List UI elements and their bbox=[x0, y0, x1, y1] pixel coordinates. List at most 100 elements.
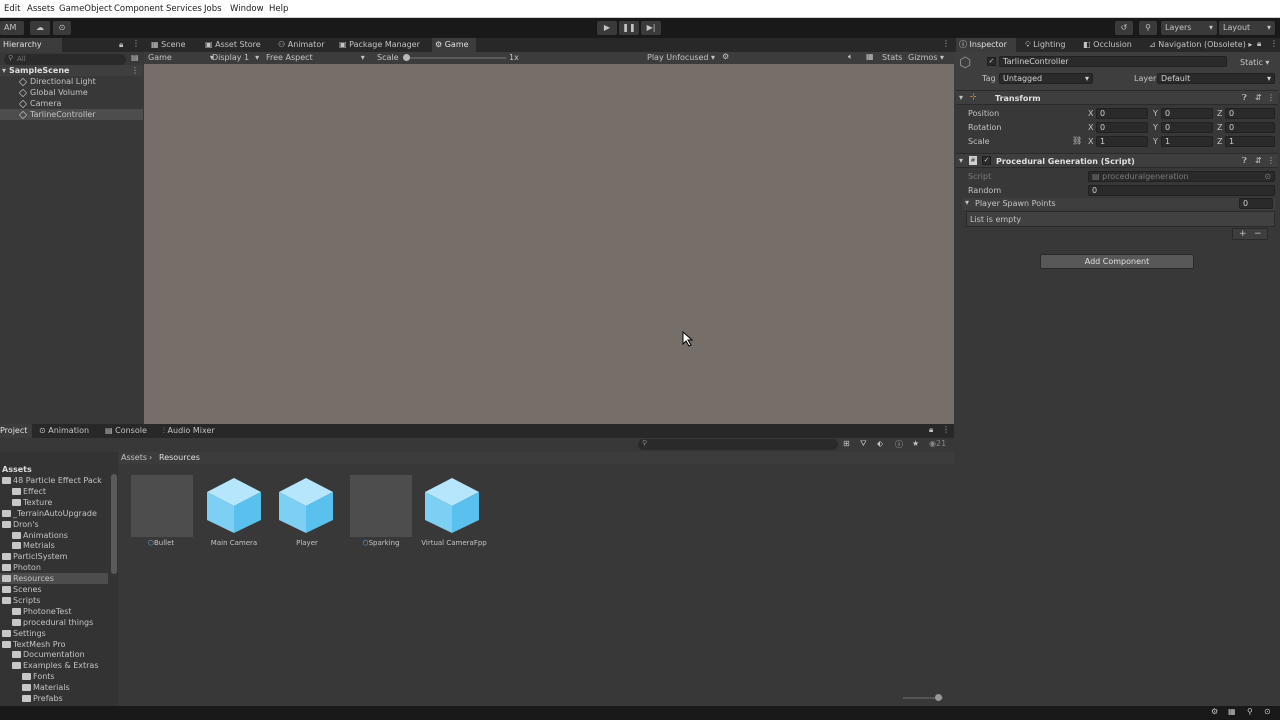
debug-icon[interactable]: ⚲ bbox=[1247, 707, 1253, 716]
random-field[interactable]: 0 bbox=[1088, 185, 1275, 196]
static-toggle[interactable]: Static ▾ bbox=[1240, 58, 1269, 67]
asset-bullet-prefab[interactable] bbox=[131, 475, 193, 537]
tab-package-manager[interactable]: ▣ Package Manager bbox=[336, 38, 426, 52]
project-folder-item[interactable]: Examples & Extras bbox=[12, 660, 98, 671]
lock-icon[interactable]: 🔒︎ bbox=[929, 425, 933, 435]
progress-icon[interactable]: ⚙ bbox=[1211, 707, 1218, 716]
spawn-points-size-field[interactable]: 0 bbox=[1239, 198, 1273, 209]
project-folder-item[interactable]: procedural things bbox=[12, 617, 93, 628]
script-field[interactable]: ▤ proceduralgeneration ⊙ bbox=[1088, 171, 1275, 182]
rotation-z-field[interactable]: 0 bbox=[1225, 122, 1275, 133]
cache-icon[interactable]: ▦ bbox=[1228, 707, 1236, 716]
grid-icon[interactable]: ▦ bbox=[866, 52, 874, 61]
account-dropdown[interactable]: AM ▾ bbox=[0, 21, 24, 46]
more-icon[interactable]: ⋮ bbox=[942, 39, 950, 48]
help-icon[interactable]: ❓︎ bbox=[1242, 156, 1247, 166]
remove-element-button[interactable]: − bbox=[1254, 229, 1262, 239]
collab-icon[interactable]: ⊙ bbox=[53, 21, 71, 35]
gizmos-dropdown[interactable]: Gizmos ▾ bbox=[908, 53, 944, 62]
project-folder-item[interactable]: Dron's bbox=[2, 519, 39, 530]
tab-project[interactable]: Project bbox=[0, 424, 32, 438]
filter-label-icon[interactable]: ⛛ bbox=[860, 439, 867, 449]
asset-main-camera-prefab[interactable] bbox=[203, 475, 265, 537]
project-folder-item[interactable]: Effect bbox=[12, 486, 46, 497]
project-folder-item[interactable]: Texture bbox=[12, 497, 52, 508]
scale-y-field[interactable]: 1 bbox=[1161, 136, 1213, 147]
tab-navigation[interactable]: ⊿ Navigation (Obsolete) ▸ bbox=[1146, 38, 1256, 52]
game-mode-dropdown[interactable]: Game ▾ bbox=[148, 53, 214, 62]
project-folder-item[interactable]: ParticlSystem bbox=[2, 551, 67, 562]
menu-services[interactable]: Services bbox=[166, 4, 202, 14]
search-icon[interactable]: ⚲ bbox=[1139, 21, 1157, 35]
history-icon[interactable]: ↺ bbox=[1115, 21, 1133, 35]
scale-slider[interactable] bbox=[406, 57, 506, 59]
collab-icon[interactable]: ⊙ bbox=[1264, 707, 1271, 716]
game-viewport[interactable] bbox=[144, 64, 954, 424]
assets-root[interactable]: Assets bbox=[2, 464, 32, 475]
active-checkbox[interactable]: ✓ bbox=[987, 57, 996, 66]
project-folder-item[interactable]: Settings bbox=[2, 628, 46, 639]
pause-button[interactable]: ❚❚ bbox=[619, 21, 639, 35]
position-y-field[interactable]: 0 bbox=[1161, 108, 1213, 119]
play-mode-dropdown[interactable]: Play Unfocused ▾ bbox=[647, 53, 715, 62]
hierarchy-item[interactable]: Global Volume bbox=[0, 87, 143, 98]
scene-row[interactable]: ▾ SampleScene ⋮ bbox=[0, 65, 143, 76]
tag-dropdown[interactable]: Untagged ▾ bbox=[999, 73, 1093, 84]
add-component-button[interactable]: Add Component bbox=[1040, 254, 1194, 269]
asset-player-prefab[interactable] bbox=[275, 475, 337, 537]
expand-arrow-icon[interactable]: ▾ bbox=[959, 156, 963, 165]
scale-slider-handle[interactable] bbox=[403, 54, 410, 61]
layer-dropdown[interactable]: Default ▾ bbox=[1157, 73, 1275, 84]
tag-filter-icon[interactable]: ⬖ bbox=[877, 439, 883, 448]
settings-icon[interactable]: ⚙ bbox=[722, 52, 729, 61]
mute-audio-icon[interactable]: 🔈︎ bbox=[848, 52, 853, 62]
add-object-icon[interactable]: ▤ bbox=[131, 53, 139, 62]
tab-lighting[interactable]: 💡︎ Lighting bbox=[1022, 38, 1078, 52]
add-element-button[interactable]: + bbox=[1239, 229, 1247, 239]
tab-scene[interactable]: ▦ Scene bbox=[148, 38, 198, 52]
lock-icon[interactable]: 🔒︎ bbox=[119, 40, 123, 50]
menu-help[interactable]: Help bbox=[269, 4, 288, 14]
project-folder-item[interactable]: Animations bbox=[12, 530, 68, 541]
more-icon[interactable]: ⋮ bbox=[1270, 39, 1278, 48]
display-dropdown[interactable]: Display 1 ▾ bbox=[212, 53, 259, 62]
stats-button[interactable]: Stats bbox=[882, 53, 902, 62]
step-button[interactable]: ▶| bbox=[641, 21, 661, 35]
transform-header[interactable]: ▾ ⊹ Transform ❓︎ ⇵ ⋮ bbox=[956, 90, 1278, 105]
project-folder-item[interactable]: Metrials bbox=[12, 540, 55, 551]
project-search-input[interactable]: ⚲ bbox=[638, 439, 838, 450]
breadcrumb-resources[interactable]: Resources bbox=[159, 453, 200, 462]
project-folder-item[interactable]: Resources bbox=[0, 573, 108, 585]
more-icon[interactable]: ⋮ bbox=[942, 425, 950, 434]
position-x-field[interactable]: 0 bbox=[1096, 108, 1148, 119]
zoom-slider-handle[interactable] bbox=[935, 694, 942, 701]
scale-z-field[interactable]: 1 bbox=[1225, 136, 1275, 147]
rotation-y-field[interactable]: 0 bbox=[1161, 122, 1213, 133]
project-folder-item[interactable]: _TerrainAutoUpgrade bbox=[2, 508, 97, 519]
more-icon[interactable]: ⋮ bbox=[132, 39, 140, 48]
menu-gameobject[interactable]: GameObject bbox=[59, 4, 112, 14]
hierarchy-search[interactable]: ⚲ All bbox=[4, 54, 126, 65]
tab-occlusion[interactable]: ◧ Occlusion bbox=[1080, 38, 1142, 52]
help-icon[interactable]: ❓︎ bbox=[1242, 93, 1247, 103]
menu-component[interactable]: Component bbox=[114, 4, 163, 14]
tab-asset-store[interactable]: ▣ Asset Store bbox=[202, 38, 264, 52]
tab-hierarchy[interactable]: Hierarchy bbox=[0, 38, 62, 52]
preset-icon[interactable]: ⇵ bbox=[1255, 156, 1262, 165]
component-menu-icon[interactable]: ⋮ bbox=[1267, 93, 1275, 102]
favorite-star-icon[interactable]: ★ bbox=[912, 439, 919, 448]
layers-dropdown[interactable]: Layers ▾ bbox=[1161, 21, 1217, 35]
project-folder-item[interactable]: Scripts bbox=[2, 595, 40, 606]
project-folder-item[interactable]: Scenes bbox=[2, 584, 42, 595]
asset-virtual-camera-prefab[interactable] bbox=[421, 475, 483, 537]
tab-animator[interactable]: ⚇ Animator bbox=[275, 38, 327, 52]
scale-x-field[interactable]: 1 bbox=[1096, 136, 1148, 147]
menu-window[interactable]: Window bbox=[230, 4, 264, 14]
project-folder-item[interactable]: Fonts bbox=[22, 671, 55, 682]
preset-icon[interactable]: ⇵ bbox=[1255, 93, 1262, 102]
layout-dropdown[interactable]: Layout ▾ bbox=[1219, 21, 1275, 35]
info-icon[interactable]: ⓘ bbox=[895, 439, 903, 450]
project-folder-item[interactable]: PhotoneTest bbox=[12, 606, 72, 617]
component-menu-icon[interactable]: ⋮ bbox=[1267, 156, 1275, 165]
position-z-field[interactable]: 0 bbox=[1225, 108, 1275, 119]
